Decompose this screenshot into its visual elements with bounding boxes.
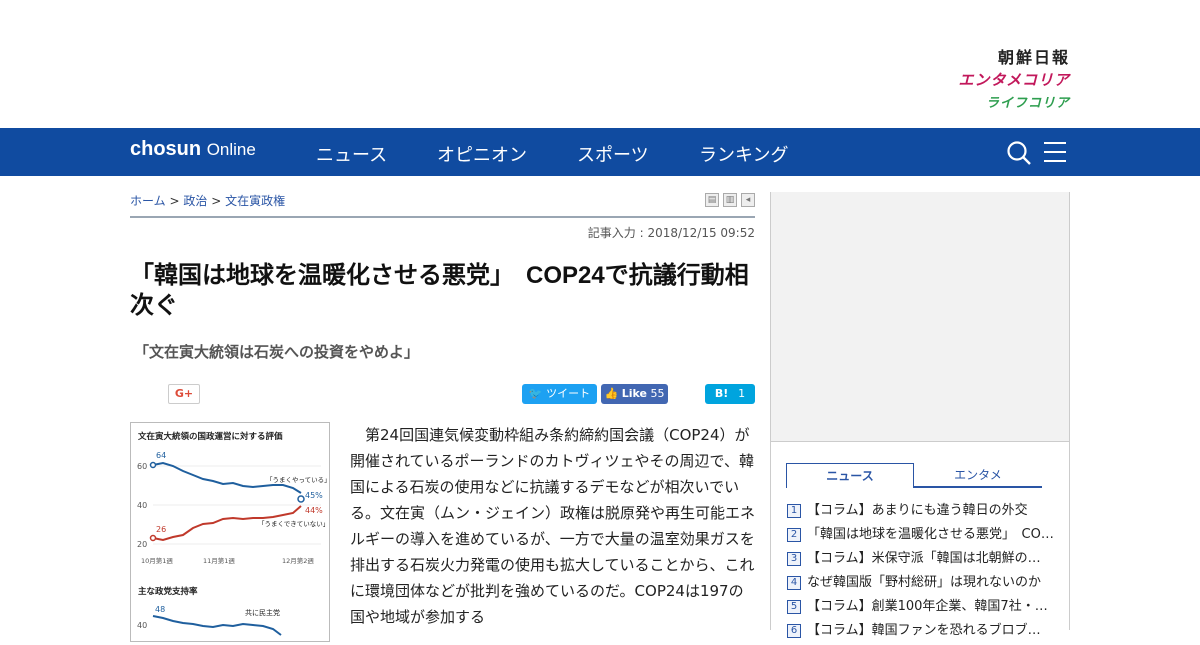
share-bar: G+ 🐦 ツイート 👍 Like 55 B! 1: [130, 384, 755, 406]
list-item[interactable]: 4 なぜ韓国版「野村総研」は現れないのか: [787, 571, 1057, 595]
article-tools: ▤ ▥ ◂: [705, 193, 755, 207]
logo-main-text: chosun: [130, 138, 202, 160]
article-date: 記事入力 : 2018/12/15 09:52: [587, 226, 755, 240]
article-body: 第24回国連気候変動枠組み条約締約国会議（COP24）が開催されているポーランド…: [350, 426, 756, 626]
series-good-end-point: [297, 495, 305, 503]
ranking-title: 【コラム】あまりにも違う韓日の外交: [807, 503, 1028, 518]
breadcrumb-politics[interactable]: 政治: [183, 194, 207, 208]
breadcrumb-moon-administration[interactable]: 文在寅政権: [225, 194, 285, 208]
tweet-label: ツイート: [546, 387, 591, 400]
nav-item-sports[interactable]: スポーツ: [577, 141, 649, 167]
article-subtitle: 「文在寅大統領は石炭への投資をやめよ」: [134, 343, 420, 361]
like-label: Like: [621, 387, 647, 400]
rank-number: 6: [787, 624, 801, 638]
list-item[interactable]: 6 【コラム】韓国ファンを恐れるブロブ…: [787, 619, 1057, 643]
text-view-icon[interactable]: ▥: [723, 193, 737, 207]
list-item[interactable]: 3 【コラム】米保守派「韓国は北朝鮮の…: [787, 547, 1057, 571]
hamburger-menu-icon[interactable]: [1044, 142, 1066, 162]
chart2-y-tick-label: 40: [137, 621, 147, 630]
thumbs-up-icon: 👍: [604, 387, 619, 400]
top-header: 朝鮮日報 エンタメコリア ライフコリア: [0, 0, 1200, 128]
ranking-title: 【コラム】米保守派「韓国は北朝鮮の…: [807, 551, 1041, 566]
end-value-label: 44%: [305, 506, 323, 515]
ranking-title: なぜ韓国版「野村総研」は現れないのか: [807, 575, 1042, 590]
list-item[interactable]: 5 【コラム】創業100年企業、韓国7社・…: [787, 595, 1057, 619]
list-item[interactable]: 1 【コラム】あまりにも違う韓日の外交: [787, 499, 1057, 523]
rank-number: 3: [787, 552, 801, 566]
tab-news[interactable]: ニュース: [786, 463, 914, 488]
chart2-start-label: 48: [155, 605, 165, 614]
breadcrumb-separator: >: [211, 194, 222, 208]
nav-item-news[interactable]: ニュース: [316, 141, 387, 167]
list-item[interactable]: 2 「韓国は地球を温暖化させる悪党」 COP24で抗議行動相次ぐ: [787, 523, 1057, 547]
article-figure[interactable]: 文在寅大統領の国政運営に対する評価 60 40 20 64 26 45% 44%…: [130, 422, 331, 642]
hatena-label: B!: [714, 387, 729, 400]
series-bad-label: 「うまくできていない」: [258, 520, 329, 528]
y-tick-label: 20: [137, 540, 147, 549]
rank-number: 4: [787, 576, 801, 590]
ranking-list: 1 【コラム】あまりにも違う韓日の外交 2 「韓国は地球を温暖化させる悪党」 COP…: [787, 499, 1057, 643]
ranking-title: 【コラム】韓国ファンを恐れるブロブ…: [807, 623, 1041, 638]
nav-item-opinion[interactable]: オピニオン: [437, 141, 527, 167]
google-plus-button[interactable]: G+: [168, 384, 200, 404]
rank-number: 5: [787, 600, 801, 614]
rank-number: 2: [787, 528, 801, 542]
chart2-series-label: 共に民主党: [245, 608, 280, 617]
tweet-button[interactable]: 🐦 ツイート: [522, 384, 597, 404]
like-count: 55: [650, 387, 665, 400]
start-value-label: 64: [156, 451, 166, 460]
x-tick-label: 12月第2週: [282, 556, 314, 565]
back-icon[interactable]: ◂: [741, 193, 755, 207]
ranking-title: 「韓国は地球を温暖化させる悪党」 COP24で抗議行動相次ぐ: [807, 527, 1057, 542]
life-korea-link[interactable]: ライフコリア: [986, 92, 1070, 111]
y-tick-label: 60: [137, 462, 147, 471]
series-good-start-point: [149, 461, 157, 469]
sidebar: ニュース エンタメ 1 【コラム】あまりにも違う韓日の外交 2 「韓国は地球を温暖化…: [770, 192, 1070, 638]
print-icon[interactable]: ▤: [705, 193, 719, 207]
entame-korea-link[interactable]: エンタメコリア: [958, 69, 1070, 90]
tab-entame[interactable]: エンタメ: [914, 463, 1042, 488]
chart2-title: 主な政党支持率: [138, 586, 198, 597]
hatena-count: 1: [738, 387, 746, 400]
facebook-like-button[interactable]: 👍 Like 55: [601, 384, 668, 404]
search-icon[interactable]: [1006, 140, 1032, 166]
x-tick-label: 10月第1週: [141, 556, 173, 565]
breadcrumb: ホーム > 政治 > 文在寅政権 ▤ ▥ ◂: [130, 192, 755, 216]
ranking-tabs: ニュース エンタメ: [786, 463, 1042, 488]
end-value-label: 45%: [305, 491, 323, 500]
breadcrumb-separator: >: [169, 194, 180, 208]
series-bad-start-point: [149, 534, 157, 542]
chart2-series-line: [152, 615, 282, 636]
series-good-label: 「うまくやっている」: [266, 476, 329, 484]
breadcrumb-home[interactable]: ホーム: [130, 194, 166, 208]
hatena-bookmark-button[interactable]: B! 1: [705, 384, 755, 404]
main-navbar: chosun Online ニュース オピニオン スポーツ ランキング: [0, 128, 1200, 176]
chart-title: 文在寅大統領の国政運営に対する評価: [138, 431, 283, 442]
ad-placeholder: [771, 192, 1069, 442]
twitter-bird-icon: 🐦: [528, 387, 543, 400]
article-title: 「韓国は地球を温暖化させる悪党」 COP24で抗議行動相次ぐ: [130, 262, 749, 319]
site-logo[interactable]: chosun Online: [130, 138, 256, 161]
start-value-label: 26: [156, 525, 166, 534]
nav-item-ranking[interactable]: ランキング: [699, 141, 788, 167]
ranking-title: 【コラム】創業100年企業、韓国7社・…: [807, 599, 1048, 614]
chosun-ilbo-logo[interactable]: 朝鮮日報: [998, 44, 1070, 68]
article-main: ホーム > 政治 > 文在寅政権 ▤ ▥ ◂ 記事入力 : 2018/12/15…: [130, 192, 755, 642]
approval-chart: 文在寅大統領の国政運営に対する評価 60 40 20 64 26 45% 44%…: [137, 431, 331, 636]
rank-number: 1: [787, 504, 801, 518]
x-tick-label: 11月第1週: [203, 556, 235, 565]
logo-sub-text: Online: [206, 140, 256, 159]
divider: [130, 216, 755, 218]
y-tick-label: 40: [137, 501, 147, 510]
